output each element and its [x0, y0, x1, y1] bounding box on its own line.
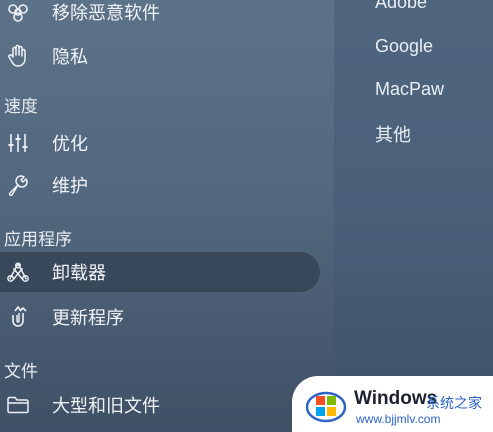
sidebar-item-remove-malware[interactable]: 移除恶意软件 — [0, 0, 320, 32]
sidebar-item-maintenance[interactable]: 维护 — [0, 165, 320, 205]
sidebar: 移除恶意软件 隐私 速度 优化 维护 应用程序 卸载器 更新程序 文件 大型和旧… — [0, 0, 334, 432]
sidebar-item-privacy[interactable]: 隐私 — [0, 36, 320, 76]
section-header-speed: 速度 — [4, 97, 38, 117]
watermark-title: Windows — [354, 388, 438, 409]
sidebar-item-label: 移除恶意软件 — [52, 3, 160, 24]
watermark-url: www.bjjmlv.com — [356, 412, 441, 426]
folder-icon — [6, 393, 30, 417]
vendor-item-google[interactable]: Google — [375, 36, 433, 57]
watermark: Windows 系统之家 www.bjjmlv.com — [292, 376, 493, 432]
hand-icon — [6, 44, 30, 68]
windows-logo-icon — [306, 385, 346, 425]
vendor-item-other[interactable]: 其他 — [375, 121, 411, 147]
wrench-icon — [6, 173, 30, 197]
update-icon — [6, 305, 30, 329]
vendor-list-panel — [334, 0, 493, 432]
watermark-subtitle: 系统之家 — [426, 396, 482, 412]
sidebar-item-label: 更新程序 — [52, 308, 124, 329]
apps-icon — [6, 260, 30, 284]
vendor-item-adobe[interactable]: Adobe — [375, 0, 427, 13]
sidebar-item-label: 优化 — [52, 134, 88, 155]
biohazard-icon — [6, 0, 30, 24]
sidebar-item-large-old-files[interactable]: 大型和旧文件 — [0, 385, 320, 425]
sliders-icon — [6, 131, 30, 155]
section-header-files: 文件 — [4, 362, 38, 382]
sidebar-item-label: 卸载器 — [52, 263, 106, 284]
sidebar-item-updater[interactable]: 更新程序 — [0, 297, 320, 337]
sidebar-item-uninstaller[interactable]: 卸载器 — [0, 252, 320, 292]
sidebar-item-optimization[interactable]: 优化 — [0, 123, 320, 163]
vendor-item-macpaw[interactable]: MacPaw — [375, 79, 444, 100]
section-header-applications: 应用程序 — [4, 230, 72, 250]
sidebar-item-label: 维护 — [52, 176, 88, 197]
sidebar-item-label: 大型和旧文件 — [52, 396, 160, 417]
sidebar-item-label: 隐私 — [52, 47, 88, 68]
